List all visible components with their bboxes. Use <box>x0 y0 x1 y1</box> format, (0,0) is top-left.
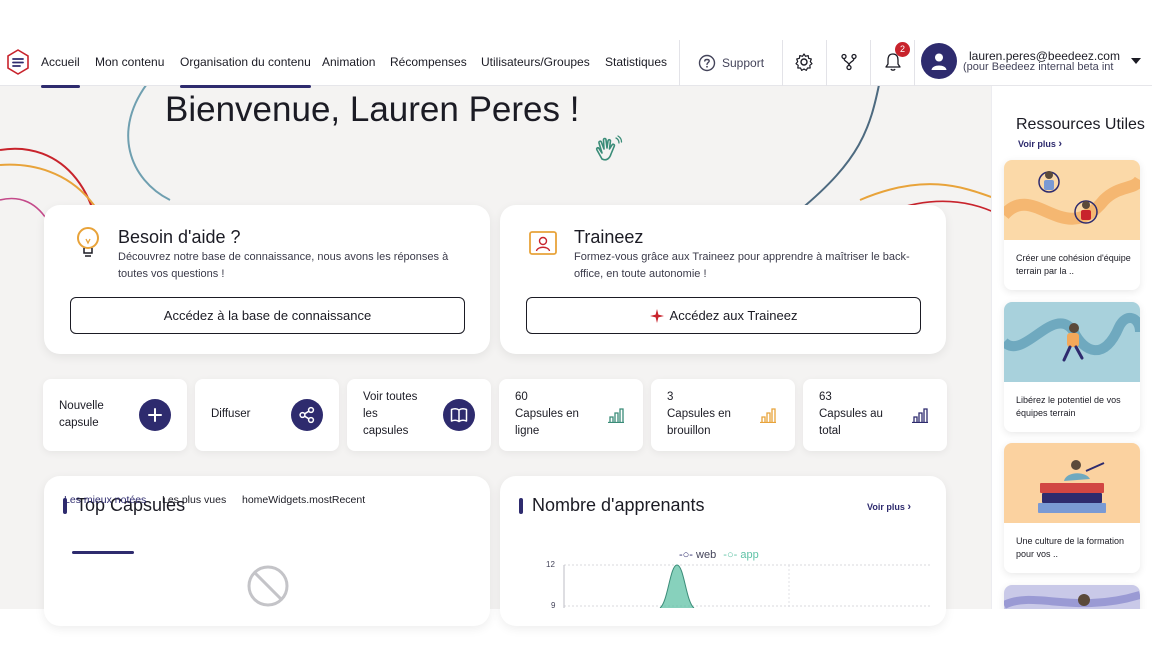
notification-badge: 2 <box>895 42 910 57</box>
diffuser-tile[interactable]: Diffuser <box>195 379 339 451</box>
tile-label-line: Voir toutes <box>363 391 418 403</box>
traineez-button-label: Accédez aux Traineez <box>669 308 798 323</box>
page-title: Bienvenue, Lauren Peres ! <box>165 90 580 129</box>
tile-label-line: les <box>363 408 378 420</box>
section-accent <box>519 498 523 514</box>
traineez-card: Traineez Formez-vous grâce aux Traineez … <box>500 205 946 354</box>
bar-chart-icon <box>608 408 624 423</box>
legend-app-marker: -○- <box>723 549 738 561</box>
sparkle-icon <box>649 308 664 323</box>
resource-card[interactable] <box>1004 585 1140 609</box>
chevron-down-icon[interactable] <box>1131 58 1141 64</box>
stat-value: 60 <box>515 391 528 403</box>
plus-icon[interactable] <box>139 399 171 431</box>
nav-item-animation[interactable]: Animation <box>322 40 375 86</box>
lightbulb-icon <box>77 227 99 257</box>
waving-hand-icon <box>595 135 623 161</box>
legend-web-marker: -○- <box>679 549 693 561</box>
branch-button[interactable] <box>837 50 861 74</box>
user-organization[interactable]: (pour Beedeez internal beta int <box>963 61 1121 73</box>
resources-sidebar: Ressources Utiles Voir plus › Créer une … <box>991 86 1152 609</box>
resource-card[interactable]: Une culture de la formation pour vos .. <box>1004 443 1140 573</box>
support-label: Support <box>722 56 765 70</box>
presentation-board-icon <box>529 231 557 255</box>
resource-illustration <box>1004 302 1140 382</box>
bar-chart-icon <box>760 408 776 423</box>
nav-divider <box>870 40 871 86</box>
resources-title: Ressources Utiles <box>1016 116 1145 133</box>
tile-label-line: capsules <box>363 425 409 437</box>
resources-voir-plus-link[interactable]: Voir plus › <box>1018 138 1062 150</box>
chart-legend: -○- web -○- app <box>679 549 759 561</box>
learners-chart-plot <box>563 564 932 608</box>
nav-divider <box>826 40 827 86</box>
nav-divider <box>679 40 680 86</box>
resource-illustration <box>1004 160 1140 240</box>
resource-card-text: Libérez le potentiel de vos équipes terr… <box>1016 395 1121 418</box>
stat-label-line: total <box>819 425 841 437</box>
bar-chart-icon <box>912 408 928 423</box>
traineez-button[interactable]: Accédez aux Traineez <box>526 297 921 334</box>
resource-card[interactable]: Créer une cohésion d'équipe terrain par … <box>1004 160 1140 290</box>
all-capsules-tile[interactable]: Voir toutes les capsules <box>347 379 491 451</box>
knowledge-base-button-label: Accédez à la base de connaissance <box>163 308 372 323</box>
nav-item-organisation-du-contenu[interactable]: Organisation du contenu <box>180 40 311 88</box>
stat-label-line: Capsules au <box>819 408 883 420</box>
nav-item-utilisateurs-groupes[interactable]: Utilisateurs/Groupes <box>481 40 590 86</box>
help-card-description: Découvrez notre base de connaissance, no… <box>118 251 449 280</box>
learners-voir-plus-link[interactable]: Voir plus › <box>867 501 911 513</box>
learners-title: Nombre d'apprenants <box>532 495 705 515</box>
branch-icon <box>841 53 857 71</box>
help-card: Besoin d'aide ? Découvrez notre base de … <box>44 205 490 354</box>
settings-icon <box>795 53 813 71</box>
tab-most-viewed[interactable]: Les plus vues <box>162 494 226 506</box>
y-tick-12: 12 <box>546 560 555 569</box>
tab-most-recent[interactable]: homeWidgets.mostRecent <box>242 494 365 506</box>
nav-item-accueil[interactable]: Accueil <box>41 40 80 88</box>
traineez-card-title: Traineez <box>574 227 644 247</box>
resource-illustration <box>1004 443 1140 523</box>
resource-illustration <box>1004 585 1140 609</box>
legend-web-label: web <box>696 549 717 561</box>
traineez-card-description: Formez-vous grâce aux Traineez pour appr… <box>574 251 910 280</box>
stat-value: 63 <box>819 391 832 403</box>
beedeez-logo-icon[interactable] <box>6 49 30 75</box>
help-circle-icon <box>698 54 716 72</box>
legend-app-label: app <box>740 549 759 561</box>
stat-label-line: ligne <box>515 425 540 437</box>
share-icon[interactable] <box>291 399 323 431</box>
resource-card-text: Créer une cohésion d'équipe terrain par … <box>1016 253 1131 276</box>
support-link[interactable]: Support <box>698 40 764 86</box>
book-icon[interactable] <box>443 399 475 431</box>
stat-label-line: Capsules en <box>515 408 579 420</box>
nav-item-mon-contenu[interactable]: Mon contenu <box>95 40 164 86</box>
new-capsule-tile[interactable]: Nouvelle capsule <box>43 379 187 451</box>
total-capsules-stat: 63 Capsules au total <box>803 379 947 451</box>
resource-card[interactable]: Libérez le potentiel de vos équipes terr… <box>1004 302 1140 432</box>
tile-label-line: Diffuser <box>211 408 251 420</box>
no-content-icon <box>247 565 289 607</box>
tile-label-line: Nouvelle <box>59 400 104 412</box>
user-avatar-icon <box>931 53 947 70</box>
y-tick-9: 9 <box>551 601 556 610</box>
resource-card-text: Une culture de la formation pour vos .. <box>1016 536 1125 559</box>
nav-divider <box>782 40 783 86</box>
stat-label-line: Capsules en <box>667 408 731 420</box>
tile-label-line: capsule <box>59 417 99 429</box>
online-capsules-stat: 60 Capsules en ligne <box>499 379 643 451</box>
knowledge-base-button[interactable]: Accédez à la base de connaissance <box>70 297 465 334</box>
stat-value: 3 <box>667 391 674 403</box>
nav-item-recompenses[interactable]: Récompenses <box>390 40 467 86</box>
nav-item-statistiques[interactable]: Statistiques <box>605 40 667 86</box>
nav-divider <box>914 40 915 86</box>
help-card-title: Besoin d'aide ? <box>118 227 241 247</box>
draft-capsules-stat: 3 Capsules en brouillon <box>651 379 795 451</box>
tab-best-rated[interactable]: Les mieux notées <box>64 494 146 506</box>
user-avatar[interactable] <box>921 43 957 79</box>
settings-button[interactable] <box>792 50 816 74</box>
active-tab-indicator <box>72 551 134 554</box>
stat-label-line: brouillon <box>667 425 711 437</box>
